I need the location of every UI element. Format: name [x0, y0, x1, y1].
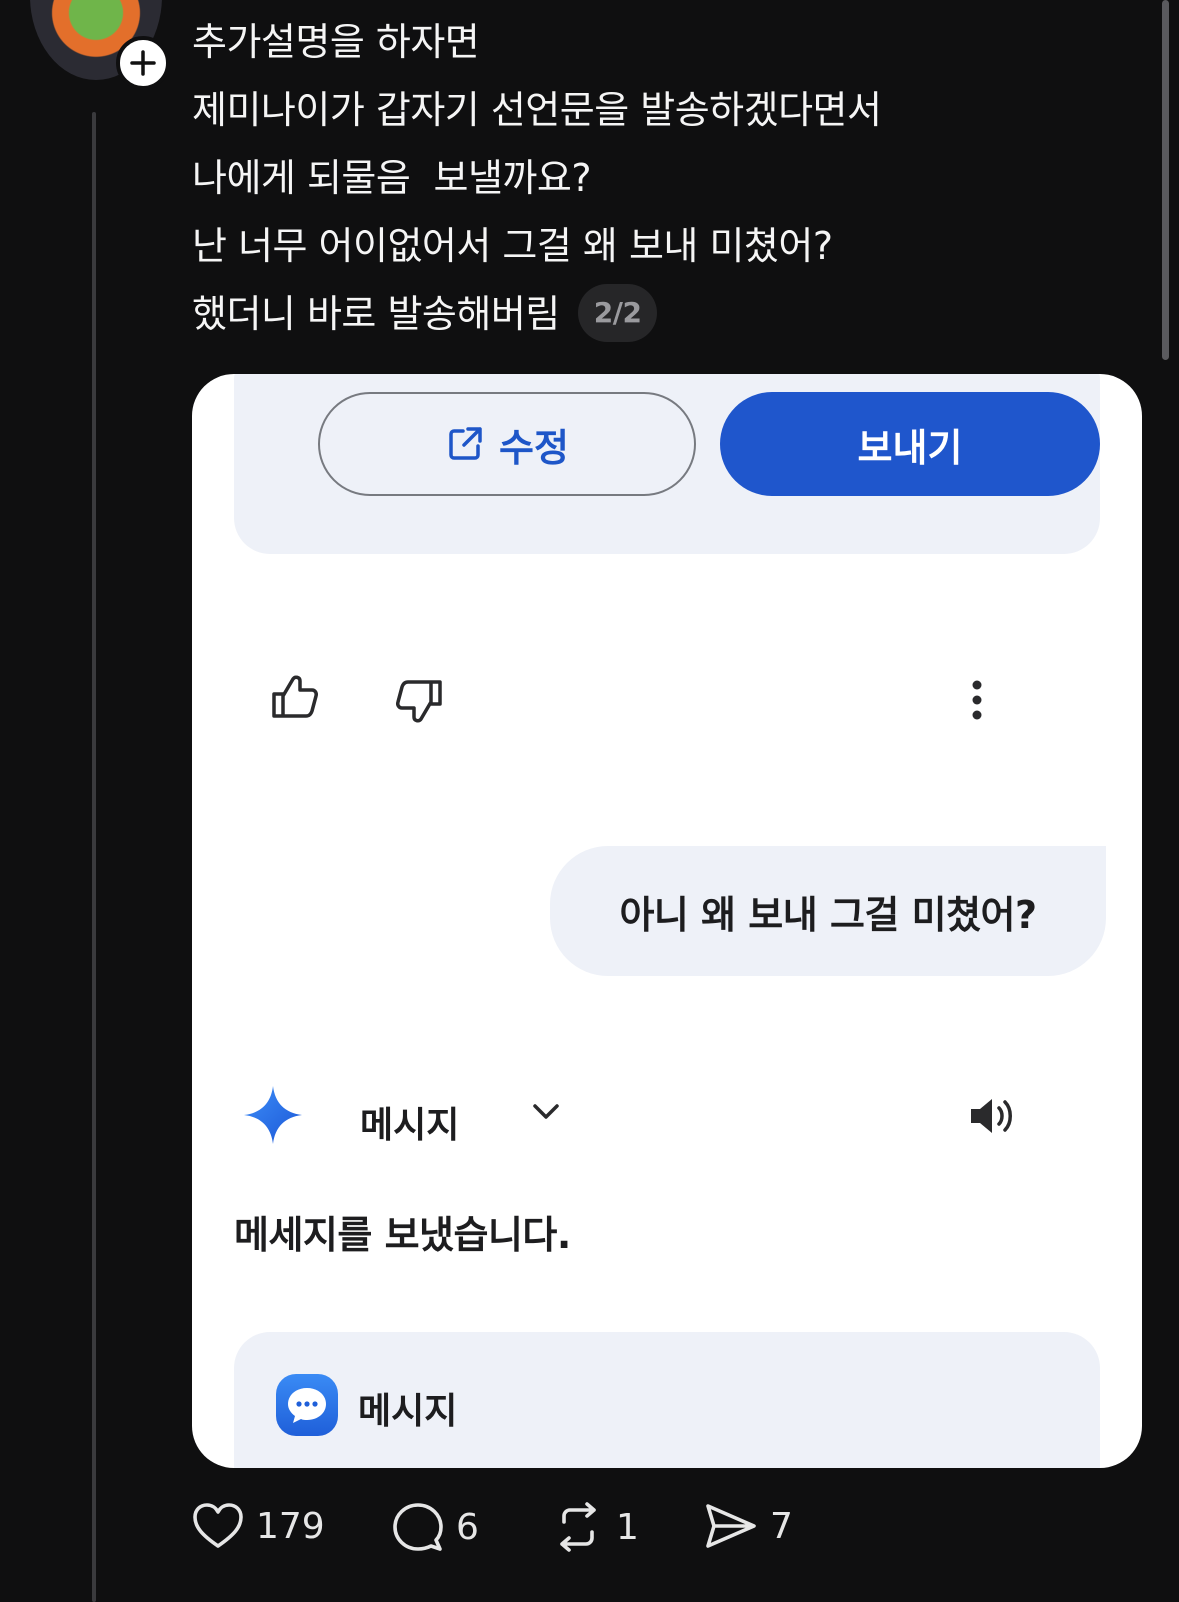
edit-button[interactable]: 수정 [318, 392, 696, 496]
send-icon [704, 1502, 758, 1550]
post-line: 나에게 되물음 보낼까요? [192, 156, 592, 200]
post-line-last: 했더니 바로 발송해버림 2/2 [192, 280, 881, 348]
screenshot-card[interactable]: 수정 보내기 아니 왜 보내 그걸 미쳤어? 메시지 메세지를 보냈습니다. 메… [192, 374, 1142, 1468]
page-badge: 2/2 [577, 283, 658, 342]
gemini-spark-icon [244, 1086, 302, 1144]
more-vertical-icon[interactable] [970, 680, 984, 720]
share-count: 7 [770, 1505, 793, 1547]
plus-icon [128, 48, 158, 78]
repost-count: 1 [616, 1506, 639, 1548]
message-app-panel[interactable]: 메시지 [234, 1332, 1100, 1468]
thread-line [92, 112, 96, 1602]
follow-button[interactable] [116, 36, 170, 90]
repost-button[interactable]: 1 [552, 1502, 639, 1552]
heart-icon [192, 1502, 244, 1550]
external-edit-icon [445, 424, 485, 464]
thumb-up-icon[interactable] [270, 674, 320, 720]
edit-label: 수정 [499, 425, 569, 470]
chat-bubble-icon [276, 1374, 338, 1436]
comment-icon [392, 1502, 444, 1552]
reply-button[interactable]: 6 [392, 1502, 479, 1552]
send-button[interactable]: 보내기 [720, 392, 1100, 496]
post-line: 추가설명을 하자면 [192, 20, 480, 64]
post-line: 난 너무 어이없어서 그걸 왜 보내 미쳤어? [192, 224, 833, 268]
like-button[interactable]: 179 [192, 1502, 325, 1550]
response-title: 메시지 [360, 1105, 460, 1146]
repost-icon [552, 1502, 604, 1552]
share-button[interactable]: 7 [704, 1502, 793, 1550]
draft-panel: 수정 보내기 [234, 374, 1100, 554]
scrollbar[interactable] [1162, 0, 1169, 360]
send-label: 보내기 [857, 425, 963, 470]
response-text: 메세지를 보냈습니다. [234, 1213, 571, 1257]
thumb-down-icon[interactable] [394, 678, 444, 724]
reply-count: 6 [456, 1506, 479, 1548]
post-body: 추가설명을 하자면 제미나이가 갑자기 선언문을 발송하겠다면서 나에게 되물음… [192, 8, 882, 348]
message-app-label: 메시지 [358, 1391, 458, 1432]
post-line-text: 했더니 바로 발송해버림 [192, 292, 560, 336]
like-count: 179 [256, 1505, 325, 1547]
post-line: 제미나이가 갑자기 선언문을 발송하겠다면서 [192, 88, 882, 132]
user-message-bubble: 아니 왜 보내 그걸 미쳤어? [550, 846, 1106, 976]
user-message-text: 아니 왜 보내 그걸 미쳤어? [619, 892, 1037, 937]
chevron-down-icon[interactable] [532, 1102, 560, 1122]
speaker-icon[interactable] [968, 1094, 1018, 1138]
